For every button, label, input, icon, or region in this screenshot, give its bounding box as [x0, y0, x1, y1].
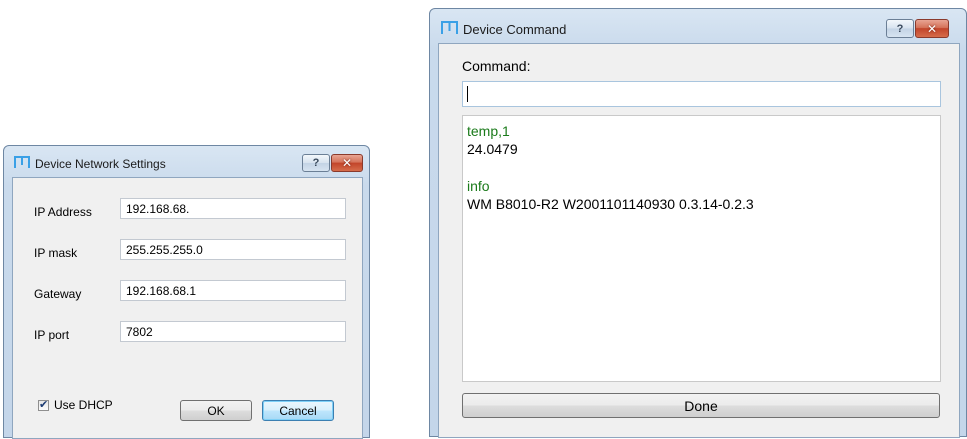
ip-address-label: IP Address [34, 205, 92, 219]
window-title: Device Network Settings [35, 157, 166, 171]
ip-port-input[interactable] [120, 321, 346, 342]
close-button[interactable]: ✕ [331, 154, 363, 172]
window-title: Device Command [463, 22, 567, 37]
output-command-line: info [467, 178, 490, 194]
device-command-body: Command: temp,1 24.0479 info WM B8010-R2… [438, 43, 960, 438]
close-icon: ✕ [341, 156, 353, 170]
output-spacer [467, 158, 936, 177]
device-command-dialog: Device Command ? ✕ Command: temp,1 24.04… [429, 8, 967, 438]
output-command-line: temp,1 [467, 123, 510, 139]
ip-port-label: IP port [34, 328, 70, 342]
checkmark-icon: ✔ [39, 398, 49, 411]
done-button[interactable]: Done [462, 393, 940, 418]
output-response-line: WM B8010-R2 W2001101140930 0.3.14-0.2.3 [467, 196, 754, 212]
ok-button[interactable]: OK [180, 400, 252, 421]
use-dhcp-label: Use DHCP [54, 398, 113, 412]
help-button[interactable]: ? [302, 154, 330, 172]
use-dhcp-option[interactable]: ✔ Use DHCP [38, 398, 113, 412]
gateway-label: Gateway [34, 287, 82, 301]
command-output-area[interactable]: temp,1 24.0479 info WM B8010-R2 W2001101… [462, 115, 941, 382]
network-settings-titlebar[interactable]: Device Network Settings ? ✕ [4, 146, 369, 176]
m-logo-icon [441, 21, 458, 34]
help-icon: ? [312, 157, 320, 169]
ip-mask-label: IP mask [34, 246, 78, 260]
ip-mask-input[interactable] [120, 239, 346, 260]
text-caret [467, 86, 468, 102]
network-settings-dialog: Device Network Settings ? ✕ IP Address I… [3, 145, 370, 439]
cancel-button[interactable]: Cancel [262, 400, 334, 421]
network-settings-body: IP Address IP mask Gateway IP port ✔ Use… [12, 177, 363, 439]
command-input[interactable] [462, 81, 941, 107]
help-button[interactable]: ? [886, 19, 914, 38]
help-icon: ? [896, 22, 904, 35]
command-label: Command: [462, 58, 531, 74]
output-response-line: 24.0479 [467, 141, 518, 157]
close-icon: ✕ [926, 21, 938, 36]
close-button[interactable]: ✕ [915, 19, 949, 38]
ip-address-input[interactable] [120, 198, 346, 219]
gateway-input[interactable] [120, 280, 346, 301]
device-command-titlebar[interactable]: Device Command ? ✕ [430, 9, 966, 43]
use-dhcp-checkbox[interactable]: ✔ [38, 398, 49, 411]
m-logo-icon [14, 156, 30, 168]
